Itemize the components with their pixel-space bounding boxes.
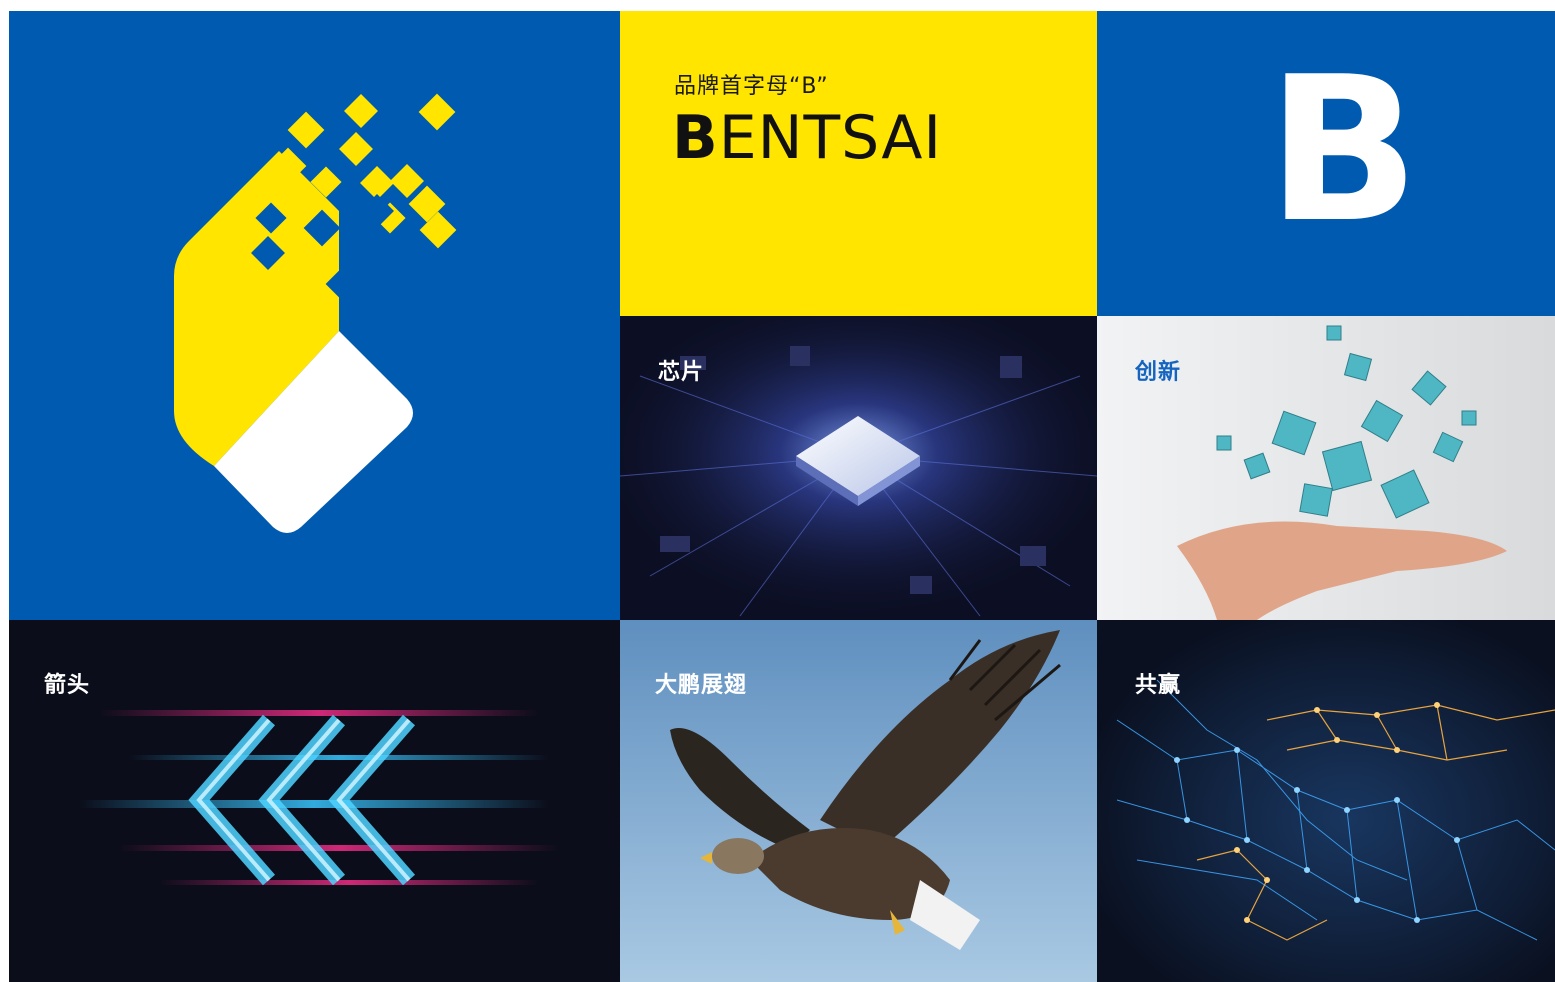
chip-panel: 芯片 bbox=[620, 316, 1097, 620]
arrow-panel: 箭头 bbox=[9, 620, 620, 982]
eagle-label: 大鹏展翅 bbox=[655, 673, 748, 698]
win-win-panel: 共赢 bbox=[1097, 620, 1555, 982]
win-win-label: 共赢 bbox=[1135, 673, 1182, 698]
big-letter-panel: B bbox=[1097, 11, 1555, 316]
brand-wordmark: BENTSAI bbox=[672, 103, 942, 173]
light-arrows-image bbox=[9, 620, 620, 982]
brand-initial-caption: 品牌首字母“B” bbox=[674, 74, 829, 99]
arrow-label: 箭头 bbox=[44, 673, 91, 698]
innovation-label: 创新 bbox=[1135, 360, 1182, 385]
big-letter-b: B bbox=[1267, 34, 1420, 267]
wordmark-rest: ENTSAI bbox=[718, 103, 943, 173]
pixel-hand-logo-icon bbox=[174, 93, 457, 533]
innovation-panel: 创新 bbox=[1097, 316, 1555, 620]
brand-name-panel: 品牌首字母“B” BENTSAI bbox=[620, 11, 1097, 316]
logo-panel bbox=[9, 11, 620, 620]
brand-concept-board: 品牌首字母“B” BENTSAI B 芯片 创新 箭头 大鹏展翅 共赢 bbox=[0, 0, 1555, 982]
eagle-panel: 大鹏展翅 bbox=[620, 620, 1097, 982]
chip-label: 芯片 bbox=[658, 360, 705, 385]
wordmark-initial: B bbox=[672, 103, 719, 173]
